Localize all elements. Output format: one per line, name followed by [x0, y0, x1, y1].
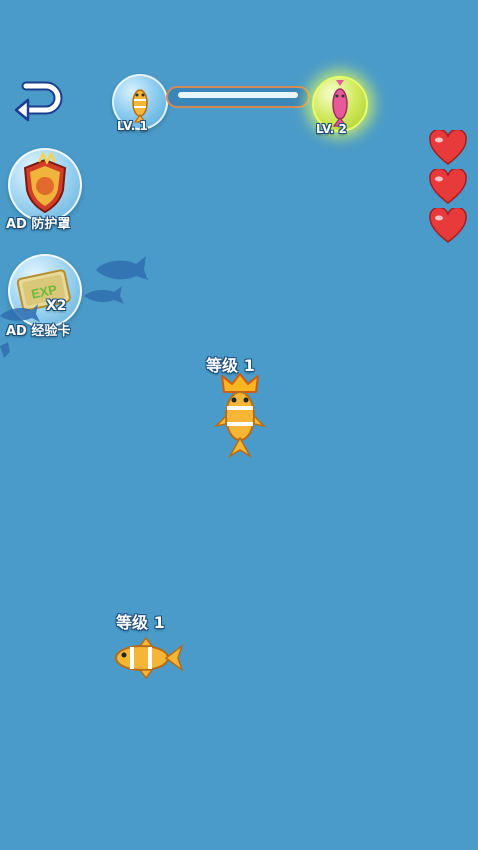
shadow-fish-school [0, 256, 148, 358]
shield-powerup-button[interactable] [8, 148, 82, 222]
shield-icon [23, 151, 67, 214]
progress-fill [178, 92, 298, 98]
shield-powerup-label: AD 防护罩 [6, 217, 71, 232]
enemy-fish [115, 636, 184, 680]
heart-icon [429, 206, 467, 243]
next-level-label: LV. 2 [316, 122, 347, 136]
life-heart-2 [428, 167, 468, 205]
crown-icon [221, 373, 259, 393]
back-button[interactable] [12, 78, 64, 124]
enemy-level-label: 等级 1 [116, 613, 165, 632]
heart-icon [429, 128, 467, 165]
player-fish[interactable] [212, 372, 268, 462]
life-heart-1 [428, 128, 468, 166]
level-progress-bar [166, 86, 310, 108]
current-level-label: LV. 1 [117, 119, 148, 133]
heart-icon [429, 167, 467, 204]
return-arrow-icon [14, 81, 63, 122]
life-heart-3 [428, 206, 468, 244]
